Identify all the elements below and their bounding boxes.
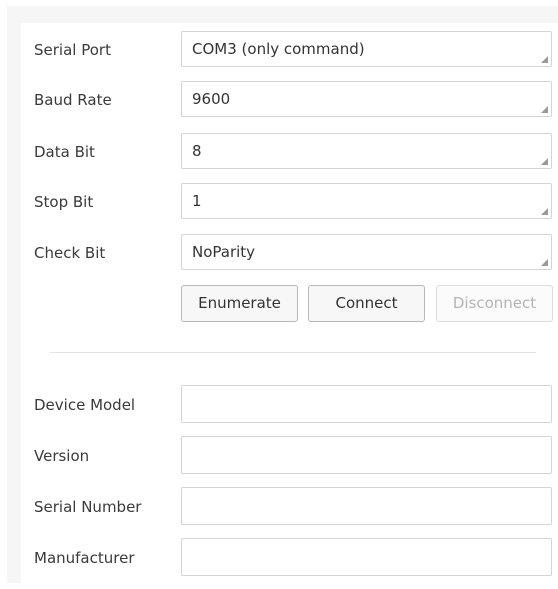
check-bit-label: Check Bit [34, 244, 106, 262]
data-bit-select[interactable]: 8 [181, 133, 552, 169]
baud-rate-value: 9600 [192, 90, 231, 108]
baud-rate-select[interactable]: 9600 [181, 81, 552, 117]
stop-bit-select[interactable]: 1 [181, 183, 552, 219]
data-bit-label: Data Bit [34, 143, 95, 161]
dropdown-corner-icon [541, 259, 548, 266]
disconnect-button[interactable]: Disconnect [436, 285, 553, 322]
dropdown-corner-icon [541, 208, 548, 215]
manufacturer-field[interactable] [181, 538, 552, 576]
baud-rate-label: Baud Rate [34, 91, 112, 109]
stop-bit-label: Stop Bit [34, 193, 94, 211]
serial-port-select[interactable]: COM3 (only command) [181, 31, 552, 67]
dropdown-corner-icon [541, 158, 548, 165]
device-model-field[interactable] [181, 385, 552, 423]
stop-bit-value: 1 [192, 192, 202, 210]
dropdown-corner-icon [541, 106, 548, 113]
check-bit-select[interactable]: NoParity [181, 234, 552, 270]
enumerate-button[interactable]: Enumerate [181, 285, 298, 322]
serial-number-field[interactable] [181, 487, 552, 525]
serial-port-value: COM3 (only command) [192, 40, 365, 58]
version-label: Version [34, 447, 90, 465]
dropdown-corner-icon [541, 56, 548, 63]
section-divider [50, 352, 536, 353]
serial-number-label: Serial Number [34, 498, 142, 516]
connect-button[interactable]: Connect [308, 285, 425, 322]
device-model-label: Device Model [34, 396, 136, 414]
check-bit-value: NoParity [192, 243, 256, 261]
manufacturer-label: Manufacturer [34, 549, 135, 567]
serial-port-label: Serial Port [34, 41, 111, 59]
data-bit-value: 8 [192, 142, 202, 160]
version-field[interactable] [181, 436, 552, 474]
